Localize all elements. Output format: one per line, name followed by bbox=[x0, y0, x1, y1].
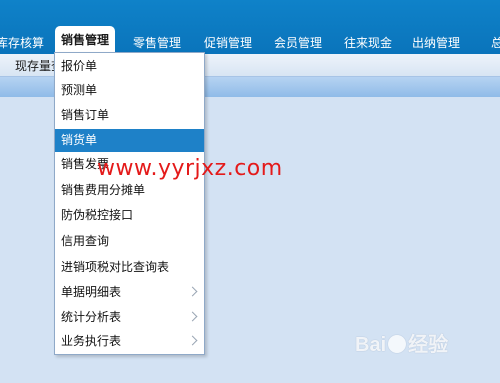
menu-item-credit-query[interactable]: 信用查询 bbox=[55, 230, 204, 253]
baidu-jingyan-logo: Bai 经验 bbox=[355, 334, 449, 356]
menu-item-quotation[interactable]: 报价单 bbox=[55, 55, 204, 78]
menu-item-expense-allocation[interactable]: 销售费用分摊单 bbox=[55, 179, 204, 202]
nav-inventory-accounting[interactable]: 库存核算 bbox=[0, 34, 44, 51]
nav-overflow-item[interactable]: 总 bbox=[491, 34, 500, 51]
top-navigation-bar: 库存核算 销售管理 零售管理 促销管理 会员管理 往来现金 出纳管理 总 bbox=[0, 0, 500, 54]
menu-item-tax-comparison-query[interactable]: 进销项税对比查询表 bbox=[55, 256, 204, 279]
nav-cash-transactions[interactable]: 往来现金 bbox=[344, 34, 392, 51]
nav-sales-management[interactable]: 销售管理 bbox=[55, 26, 116, 54]
menu-item-delivery-note[interactable]: 销货单 bbox=[55, 129, 204, 152]
chevron-right-icon bbox=[187, 286, 198, 297]
website-watermark: www.yyrjxz.com bbox=[97, 156, 283, 181]
nav-promotion-management[interactable]: 促销管理 bbox=[204, 34, 252, 51]
menu-item-document-details[interactable]: 单据明细表 bbox=[55, 281, 204, 304]
nav-retail-management[interactable]: 零售管理 bbox=[133, 34, 181, 51]
chevron-right-icon bbox=[187, 335, 198, 346]
chevron-right-icon bbox=[187, 311, 198, 322]
menu-item-sales-order[interactable]: 销售订单 bbox=[55, 104, 204, 127]
sales-dropdown-menu: 报价单 预测单 销售订单 销货单 销售发票 销售费用分摊单 防伪税控接口 信用查… bbox=[54, 52, 205, 355]
menu-item-forecast[interactable]: 预测单 bbox=[55, 79, 204, 102]
nav-cashier-management[interactable]: 出纳管理 bbox=[412, 34, 460, 51]
menu-item-statistical-analysis[interactable]: 统计分析表 bbox=[55, 306, 204, 329]
paw-icon bbox=[388, 335, 407, 353]
nav-member-management[interactable]: 会员管理 bbox=[274, 34, 322, 51]
menu-item-business-execution[interactable]: 业务执行表 bbox=[55, 330, 204, 353]
menu-item-tax-control-interface[interactable]: 防伪税控接口 bbox=[55, 204, 204, 227]
